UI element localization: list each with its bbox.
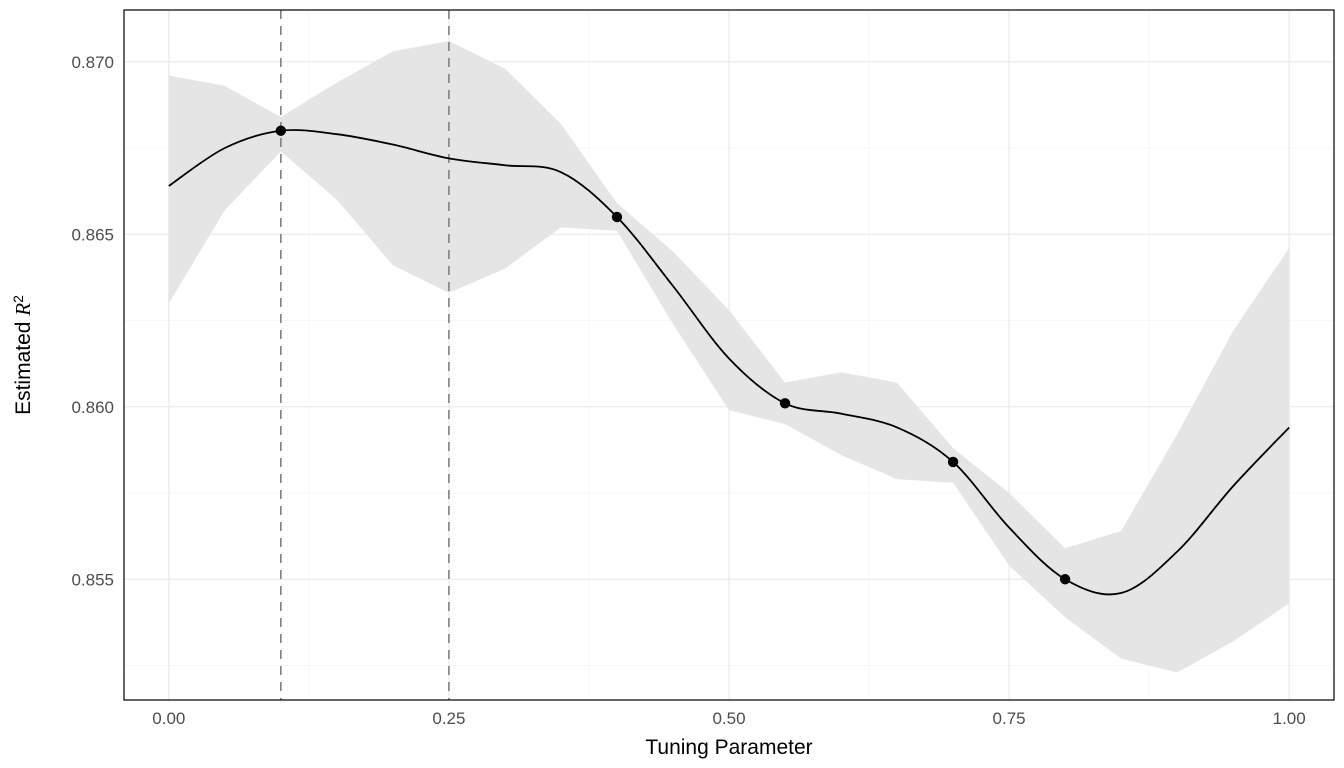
- x-tick-label: 0.50: [712, 709, 745, 728]
- y-tick-label: 0.865: [71, 225, 114, 244]
- data-point: [948, 457, 958, 467]
- data-point: [1060, 574, 1070, 584]
- x-axis-title: Tuning Parameter: [645, 736, 812, 759]
- y-tick-label: 0.855: [71, 570, 114, 589]
- y-axis-title: Estimated R2: [10, 295, 35, 415]
- x-tick-label: 0.25: [432, 709, 465, 728]
- chart-container: 0.00 0.25 0.50 0.75 1.00 0.855 0.860 0.865 0.870…: [0, 0, 1344, 768]
- data-point: [276, 126, 286, 136]
- x-tick-label: 0.00: [152, 709, 185, 728]
- x-tick-label: 1.00: [1273, 709, 1306, 728]
- chart-svg: 0.00 0.25 0.50 0.75 1.00 0.855 0.860 0.865 0.870…: [0, 0, 1344, 768]
- y-tick-label: 0.870: [71, 53, 114, 72]
- x-tick-label: 0.75: [993, 709, 1026, 728]
- data-point: [780, 398, 790, 408]
- data-point: [612, 212, 622, 222]
- y-tick-label: 0.860: [71, 398, 114, 417]
